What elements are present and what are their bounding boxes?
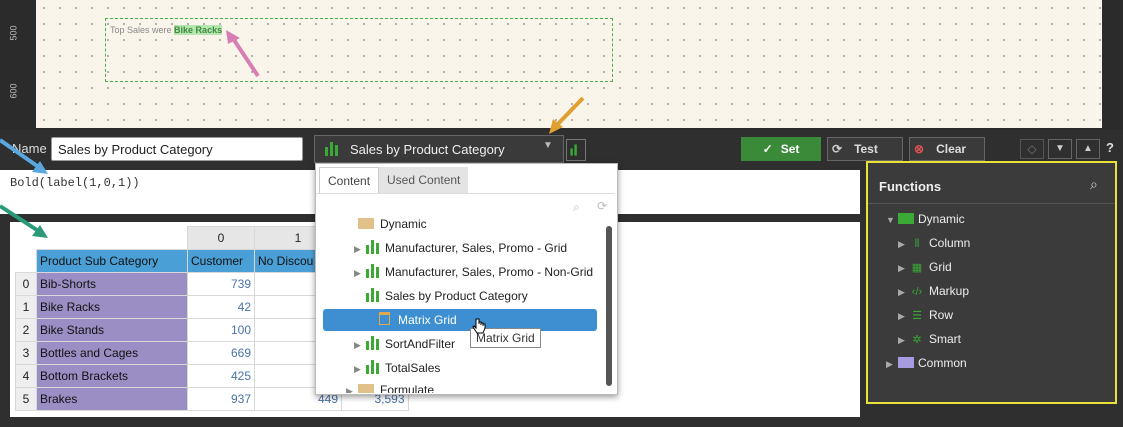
teal-arrow bbox=[0, 204, 48, 238]
orange-arrow bbox=[549, 96, 585, 134]
pink-arrow bbox=[226, 30, 260, 78]
blue-arrow bbox=[0, 138, 48, 174]
annotation-arrows bbox=[0, 30, 585, 238]
